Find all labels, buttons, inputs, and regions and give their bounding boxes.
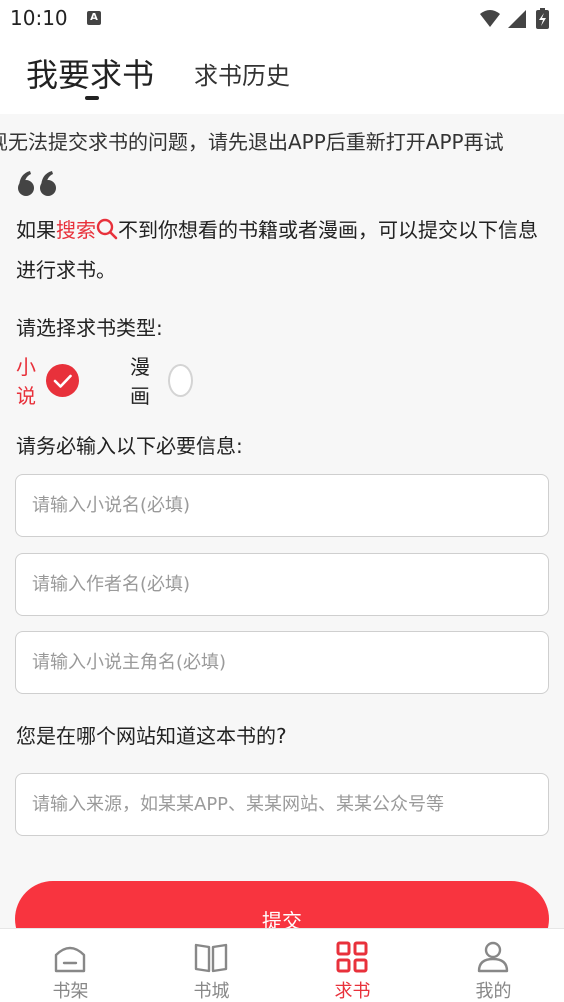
checked-circle-icon[interactable]	[46, 363, 79, 397]
type-option-novel[interactable]: 小说	[16, 355, 79, 408]
type-novel-label: 小说	[16, 355, 36, 408]
type-comic-label: 漫画	[130, 355, 150, 408]
tab-request-history[interactable]: 求书历史	[194, 56, 290, 91]
notification-badge-icon: A	[87, 11, 101, 25]
info-label: 请务必输入以下必要信息:	[16, 434, 243, 458]
wifi-icon	[480, 10, 500, 27]
nav-label-bookstore: 书城	[193, 981, 230, 1002]
bottom-nav: 书架 书城 求书 我的	[0, 928, 564, 1002]
search-icon	[96, 218, 118, 240]
bookshelf-icon	[54, 946, 86, 973]
nav-item-bookshelf[interactable]: 书架	[0, 929, 141, 1002]
status-time: 10:10	[10, 6, 68, 30]
notice-text: 现无法提交求书的问题，请先退出APP后重新打开APP再试	[0, 130, 504, 154]
quote-icon	[18, 171, 56, 196]
type-label: 请选择求书类型:	[16, 316, 163, 340]
nav-item-request[interactable]: 求书	[282, 929, 423, 1002]
grid-icon	[336, 941, 368, 973]
intro-search-word: 搜索	[56, 218, 96, 242]
author-input[interactable]	[16, 554, 548, 615]
nav-item-profile[interactable]: 我的	[423, 929, 564, 1002]
tab-request-book[interactable]: 我要求书	[26, 50, 154, 96]
nav-label-profile: 我的	[475, 981, 512, 1002]
nav-label-bookshelf: 书架	[52, 981, 89, 1002]
request-form: 现无法提交求书的问题，请先退出APP后重新打开APP再试 如果搜索 不到你想看的…	[0, 114, 564, 928]
user-icon	[477, 941, 509, 973]
book-name-field	[15, 474, 549, 537]
status-icons	[480, 8, 549, 29]
submit-button[interactable]: 提交	[15, 881, 549, 928]
top-tab-bar: 我要求书 求书历史	[0, 38, 564, 114]
nav-item-bookstore[interactable]: 书城	[141, 929, 282, 1002]
type-option-comic[interactable]: 漫画	[130, 355, 193, 408]
unchecked-circle-icon[interactable]	[168, 363, 193, 397]
author-field	[15, 553, 549, 616]
protagonist-field	[15, 631, 549, 694]
intro-text: 如果搜索 不到你想看的书籍或者漫画，可以提交以下信息进行求书。	[16, 210, 552, 290]
intro-before: 如果	[16, 218, 56, 242]
protagonist-input[interactable]	[16, 632, 548, 693]
nav-label-request: 求书	[334, 981, 371, 1002]
source-field	[15, 773, 549, 836]
tab-active-indicator	[85, 96, 99, 100]
signal-icon	[508, 10, 526, 28]
source-label: 您是在哪个网站知道这本书的?	[16, 724, 287, 748]
notice-marquee: 现无法提交求书的问题，请先退出APP后重新打开APP再试	[0, 124, 564, 154]
status-bar: 10:10 A	[0, 0, 564, 38]
source-input[interactable]	[16, 774, 548, 835]
open-book-icon	[194, 943, 228, 973]
battery-charging-icon	[536, 8, 549, 29]
book-name-input[interactable]	[16, 475, 548, 536]
